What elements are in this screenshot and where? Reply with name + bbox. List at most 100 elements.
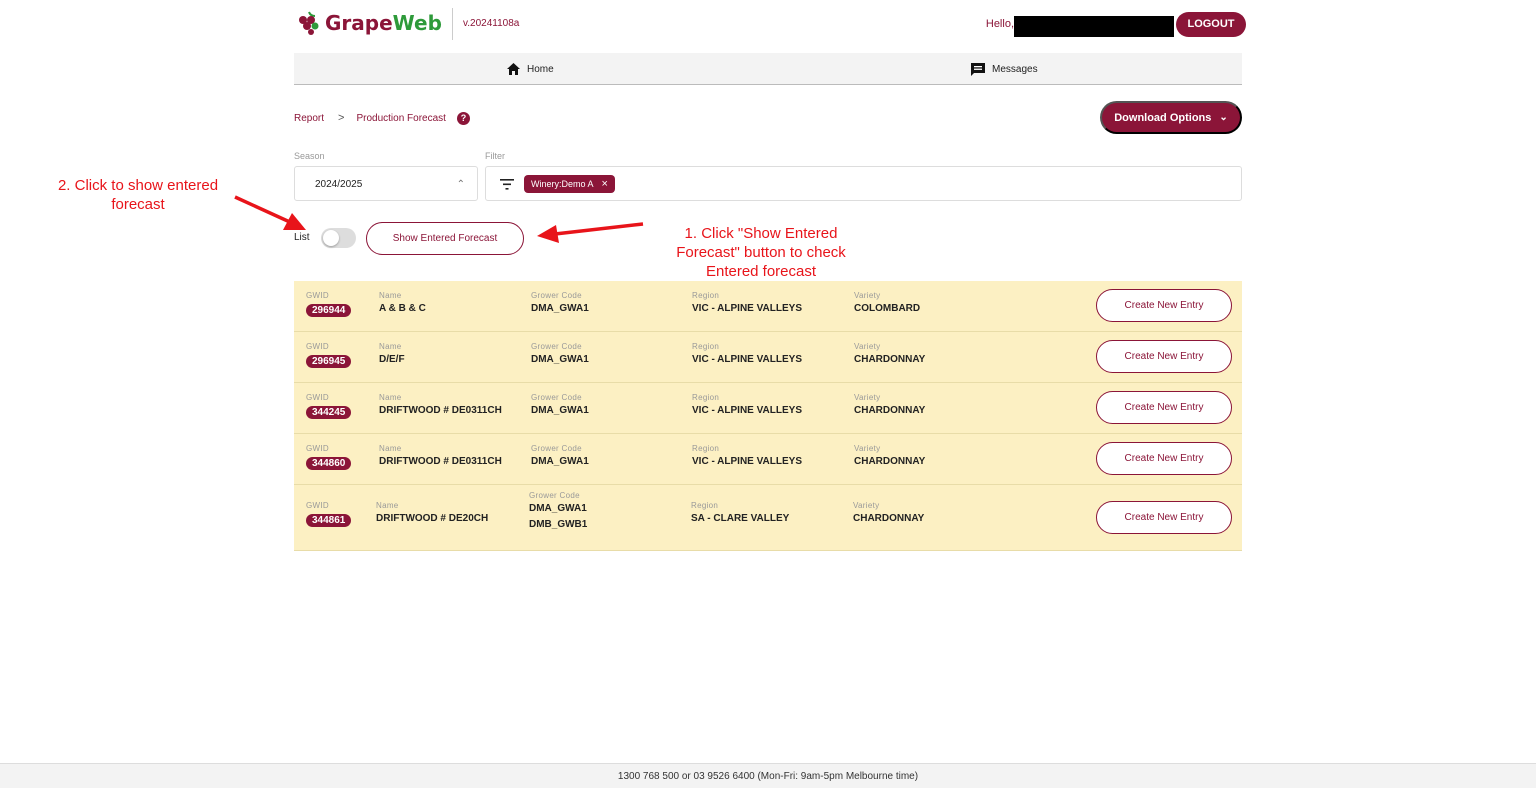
table-row: GWID 344861 Name DRIFTWOOD # DE20CH Grower C… — [294, 485, 1242, 551]
name-value: DRIFTWOOD # DE0311CH — [379, 456, 502, 467]
cell-gwid: GWID 344245 — [306, 393, 352, 420]
help-icon[interactable]: ? — [456, 111, 470, 125]
annotation-step-2-line-1: 2. Click to show entered — [57, 177, 219, 194]
nav-messages-label: Messages — [992, 63, 1038, 75]
create-new-entry-button[interactable]: Create New Entry — [1096, 289, 1232, 322]
grower-code-caption: Grower Code — [531, 291, 582, 300]
grower-code-value-2: DMB_GWB1 — [529, 519, 588, 530]
gwid-caption: GWID — [306, 393, 329, 402]
cell-variety: Variety CHARDONNAY — [854, 342, 925, 365]
variety-value: CHARDONNAY — [854, 354, 926, 365]
list-toggle-label: List — [294, 232, 310, 243]
logo-text: GrapeWeb — [325, 11, 442, 35]
home-icon — [507, 63, 520, 75]
create-new-entry-button[interactable]: Create New Entry — [1096, 442, 1232, 475]
message-icon — [971, 62, 985, 76]
cell-region: Region SA - CLARE VALLEY — [691, 501, 789, 524]
nav-home[interactable]: Home — [506, 53, 554, 85]
grower-code-caption: Grower Code — [531, 342, 582, 351]
main-nav: Home Messages — [294, 53, 1242, 85]
name-caption: Name — [379, 393, 402, 402]
name-caption: Name — [379, 291, 402, 300]
create-new-entry-button[interactable]: Create New Entry — [1096, 501, 1232, 534]
cell-region: Region VIC - ALPINE VALLEYS — [692, 342, 802, 365]
breadcrumb: Report > Production Forecast ? — [294, 110, 470, 126]
cell-gwid: GWID 296944 — [306, 291, 352, 318]
annotation-step-2: 2. Click to show entered forecast — [40, 176, 236, 214]
variety-caption: Variety — [854, 393, 881, 402]
region-caption: Region — [692, 444, 720, 453]
variety-value: CHARDONNAY — [854, 456, 926, 467]
grape-logo-icon — [296, 10, 322, 36]
grower-code-caption: Grower Code — [531, 393, 582, 402]
table-row: GWID 296945 Name D/E/F Grower Code DMA_GWA1 Re… — [294, 332, 1242, 383]
cell-variety: Variety CHARDONNAY — [853, 501, 924, 524]
arrow-to-show-button — [537, 222, 644, 243]
filter-icon[interactable] — [500, 179, 514, 190]
annotation-step-1-line-1: 1. Click "Show Entered — [684, 225, 838, 242]
close-icon[interactable]: × — [602, 178, 608, 190]
cell-region: Region VIC - ALPINE VALLEYS — [692, 444, 802, 467]
cell-grower-code: Grower Code DMA_GWA1 — [531, 444, 589, 467]
cell-variety: Variety COLOMBARD — [854, 291, 920, 314]
gwid-badge: 296945 — [306, 355, 352, 368]
download-options-button[interactable]: Download Options ⌄ — [1100, 101, 1242, 134]
cell-grower-code: Grower Code DMA_GWA1 DMB_GWB1 — [529, 491, 587, 530]
cell-name: Name A & B & C — [379, 291, 426, 314]
name-value: DRIFTWOOD # DE0311CH — [379, 405, 502, 416]
logout-button[interactable]: LOGOUT — [1176, 12, 1246, 37]
chevron-down-icon: ⌄ — [1219, 112, 1228, 123]
filter-input[interactable]: Winery:Demo A × — [485, 166, 1242, 201]
gwid-caption: GWID — [306, 444, 329, 453]
gwid-badge: 344861 — [306, 514, 352, 527]
variety-caption: Variety — [854, 342, 881, 351]
name-value: DRIFTWOOD # DE20CH — [376, 513, 489, 524]
filter-chip[interactable]: Winery:Demo A × — [524, 175, 615, 193]
cell-grower-code: Grower Code DMA_GWA1 — [531, 393, 589, 416]
gwid-badge: 344860 — [306, 457, 352, 470]
cell-grower-code: Grower Code DMA_GWA1 — [531, 342, 589, 365]
table-row: GWID 344245 Name DRIFTWOOD # DE0311CH Grower… — [294, 383, 1242, 434]
region-value: SA - CLARE VALLEY — [691, 513, 790, 524]
region-value: VIC - ALPINE VALLEYS — [692, 303, 803, 314]
cell-region: Region VIC - ALPINE VALLEYS — [692, 291, 802, 314]
breadcrumb-current: Production Forecast — [356, 112, 446, 124]
grower-code-value: DMA_GWA1 — [531, 354, 589, 365]
annotation-step-2-line-2: forecast — [111, 196, 165, 213]
season-label: Season — [294, 151, 325, 161]
annotation-step-1: 1. Click "Show Entered Forecast" button … — [655, 224, 867, 281]
list-toggle[interactable] — [321, 228, 356, 248]
create-new-entry-button[interactable]: Create New Entry — [1096, 340, 1232, 373]
name-caption: Name — [379, 342, 402, 351]
show-entered-forecast-button[interactable]: Show Entered Forecast — [366, 222, 524, 255]
variety-caption: Variety — [853, 501, 880, 510]
grower-code-value: DMA_GWA1 — [531, 456, 589, 467]
grower-code-value: DMA_GWA1 — [529, 503, 587, 514]
forecast-list: GWID 296944 Name A & B & C Grower Code DMA_GW… — [294, 281, 1242, 551]
create-new-entry-button[interactable]: Create New Entry — [1096, 391, 1232, 424]
gwid-caption: GWID — [306, 291, 329, 300]
table-row: GWID 344860 Name DRIFTWOOD # DE0311CH Grower… — [294, 434, 1242, 485]
cell-gwid: GWID 344860 — [306, 444, 352, 471]
nav-messages[interactable]: Messages — [970, 53, 1038, 85]
logo[interactable]: GrapeWeb — [296, 10, 442, 36]
version-label: v.20241108a — [452, 8, 519, 40]
name-caption: Name — [376, 501, 399, 510]
download-options-label: Download Options — [1114, 111, 1212, 124]
name-value: A & B & C — [379, 303, 426, 314]
region-caption: Region — [692, 393, 720, 402]
redacted-username — [1014, 16, 1174, 37]
gwid-caption: GWID — [306, 342, 329, 351]
cell-name: Name DRIFTWOOD # DE0311CH — [379, 444, 502, 467]
variety-value: COLOMBARD — [854, 303, 921, 314]
annotation-step-1-line-2: Forecast" button to check — [676, 244, 846, 261]
breadcrumb-report[interactable]: Report — [294, 113, 324, 124]
grower-code-caption: Grower Code — [531, 444, 582, 453]
nav-home-label: Home — [527, 63, 554, 75]
table-row: GWID 296944 Name A & B & C Grower Code DMA_GW… — [294, 281, 1242, 332]
cell-variety: Variety CHARDONNAY — [854, 444, 925, 467]
region-caption: Region — [691, 501, 719, 510]
season-select[interactable]: 2024/2025 ⌃ — [294, 166, 478, 201]
cell-grower-code: Grower Code DMA_GWA1 — [531, 291, 589, 314]
cell-gwid: GWID 344861 — [306, 501, 352, 528]
